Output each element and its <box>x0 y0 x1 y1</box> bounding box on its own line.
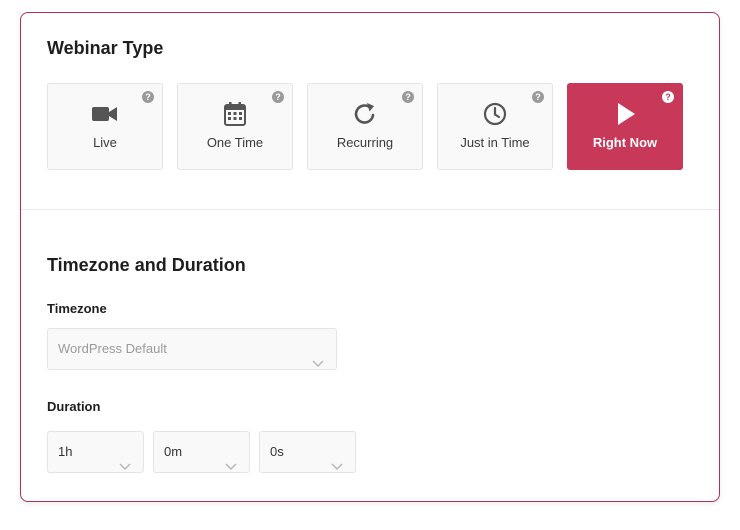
help-icon[interactable]: ? <box>142 91 154 103</box>
webinar-type-recurring-button[interactable]: ? Recurring <box>307 83 423 170</box>
chevron-down-icon <box>331 447 343 470</box>
webinar-type-heading: Webinar Type <box>47 38 164 58</box>
webinar-settings-card: Webinar Type ? Live ? One Time ? Recurri… <box>20 12 720 502</box>
webinar-type-label: Just in Time <box>460 135 530 150</box>
help-icon[interactable]: ? <box>402 91 414 103</box>
webinar-type-label: Recurring <box>336 135 394 150</box>
duration-seconds-value: 0s <box>270 444 284 459</box>
chevron-down-icon <box>312 344 324 367</box>
webinar-type-live-button[interactable]: ? Live <box>47 83 163 170</box>
duration-hours-select[interactable]: 1h <box>47 431 144 473</box>
duration-minutes-value: 0m <box>164 444 183 459</box>
timezone-select-value: WordPress Default <box>58 341 167 356</box>
webinar-type-right-now-button[interactable]: ? Right Now <box>567 83 683 170</box>
help-icon[interactable]: ? <box>662 91 674 103</box>
webinar-type-one-time-button[interactable]: ? One Time <box>177 83 293 170</box>
timezone-label: Timezone <box>47 301 107 316</box>
timezone-select[interactable]: WordPress Default <box>47 328 337 370</box>
clock-icon <box>480 101 510 127</box>
timezone-duration-heading: Timezone and Duration <box>47 255 246 275</box>
refresh-icon <box>350 101 380 127</box>
duration-label: Duration <box>47 399 101 414</box>
duration-minutes-select[interactable]: 0m <box>153 431 250 473</box>
chevron-down-icon <box>119 447 131 470</box>
webinar-type-label: Live <box>93 135 117 150</box>
help-icon[interactable]: ? <box>272 91 284 103</box>
calendar-icon <box>220 101 250 127</box>
duration-hours-value: 1h <box>58 444 73 459</box>
section-divider <box>21 209 719 210</box>
chevron-down-icon <box>225 447 237 470</box>
webinar-type-just-in-time-button[interactable]: ? Just in Time <box>437 83 553 170</box>
help-icon[interactable]: ? <box>532 91 544 103</box>
video-camera-icon <box>90 101 120 127</box>
webinar-type-label: Right Now <box>592 135 658 150</box>
play-icon <box>610 101 640 127</box>
duration-seconds-select[interactable]: 0s <box>259 431 356 473</box>
webinar-type-label: One Time <box>206 135 264 150</box>
